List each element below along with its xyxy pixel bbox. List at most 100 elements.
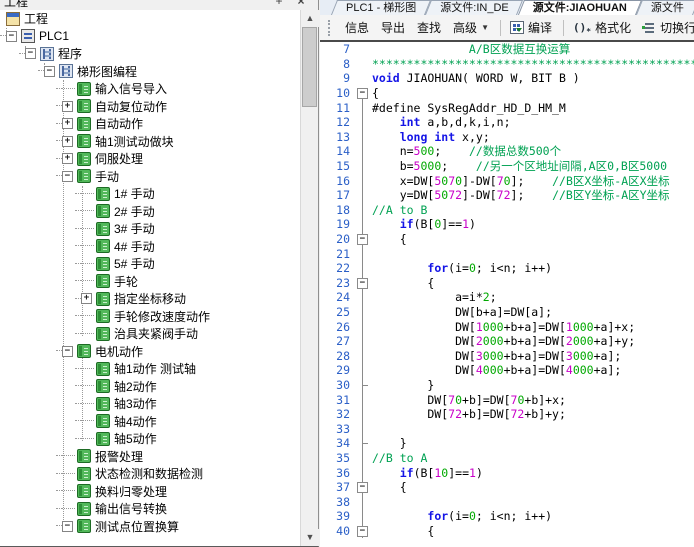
toolbar-grip[interactable] xyxy=(328,20,333,36)
code-line[interactable]: 34 } xyxy=(320,436,694,451)
tree-item[interactable]: 治具夹紧阀手动 xyxy=(0,325,300,343)
code-line[interactable]: 7 A/B区数据互换运算 xyxy=(320,42,694,57)
tree-item[interactable]: +自动复位动作 xyxy=(0,98,300,116)
tree-item[interactable]: −电机动作 xyxy=(0,343,300,361)
fold-collapse-icon[interactable]: − xyxy=(357,526,368,537)
format-button[interactable]: ()*格式化 xyxy=(568,17,636,38)
code-line[interactable]: 13 long int x,y; xyxy=(320,130,694,145)
tree-item[interactable]: 工程 xyxy=(0,10,300,28)
tree-item[interactable]: 手轮修改速度动作 xyxy=(0,308,300,326)
collapse-minus-icon[interactable]: − xyxy=(6,31,17,42)
code-line[interactable]: 30 } xyxy=(320,378,694,393)
fold-collapse-icon[interactable]: − xyxy=(357,278,368,289)
tree-item[interactable]: −测试点位置换算 xyxy=(0,518,300,536)
tree-item[interactable]: 5# 手动 xyxy=(0,255,300,273)
tree-item[interactable]: 状态检测和数据检测 xyxy=(0,465,300,483)
code-line[interactable]: 19 if(B[0]==1) xyxy=(320,217,694,232)
code-line[interactable]: 15 b=5000; //另一个区地址间隔,A区0,B区5000 xyxy=(320,159,694,174)
scroll-down-icon[interactable]: ▼ xyxy=(301,529,319,546)
code-line[interactable]: 28 DW[3000+b+a]=DW[3000+a]; xyxy=(320,348,694,363)
code-line[interactable]: 24 a=i*2; xyxy=(320,290,694,305)
collapse-minus-icon[interactable]: − xyxy=(25,48,36,59)
expand-plus-icon[interactable]: + xyxy=(62,101,73,112)
tree-item[interactable]: 轴4动作 xyxy=(0,413,300,431)
tree-item[interactable]: +指定坐标移动 xyxy=(0,290,300,308)
toggle-line-comment-button[interactable]: 切换行注释 xyxy=(638,17,694,38)
tree-item[interactable]: 轴5动作 xyxy=(0,430,300,448)
compile-button[interactable]: 编译 xyxy=(505,17,557,38)
tree-item[interactable]: −手动 xyxy=(0,168,300,186)
editor-tab[interactable]: 源文件:JIAOHUAN xyxy=(521,0,639,15)
code-line[interactable]: 29 DW[4000+b+a]=DW[4000+a]; xyxy=(320,363,694,378)
tree-item[interactable]: 3# 手动 xyxy=(0,220,300,238)
editor-tab[interactable]: 源文件:IN_DE xyxy=(428,0,520,15)
tree-item[interactable]: −程序 xyxy=(0,45,300,63)
tree-item[interactable]: 轴3动作 xyxy=(0,395,300,413)
code-line[interactable]: 17 y=DW[5072]-DW[72]; //B区Y坐标-A区Y坐标 xyxy=(320,188,694,203)
tree-item[interactable]: 2# 手动 xyxy=(0,203,300,221)
tree-item[interactable]: 4# 手动 xyxy=(0,238,300,256)
export-button[interactable]: 导出 xyxy=(376,17,410,38)
editor-tab[interactable]: 源文件 xyxy=(639,0,694,15)
fold-collapse-icon[interactable]: − xyxy=(357,482,368,493)
code-line[interactable]: 39 for(i=0; i<n; i++) xyxy=(320,509,694,524)
fold-margin[interactable]: − xyxy=(354,480,372,495)
collapse-minus-icon[interactable]: − xyxy=(62,346,73,357)
pin-icon[interactable]: + xyxy=(272,0,286,8)
code-line[interactable]: 14 n=500; //数据总数500个 xyxy=(320,144,694,159)
tree-item[interactable]: 输出信号转换 xyxy=(0,500,300,518)
code-line[interactable]: 16 x=DW[5070]-DW[70]; //B区X坐标-A区X坐标 xyxy=(320,173,694,188)
collapse-minus-icon[interactable]: − xyxy=(62,171,73,182)
code-line[interactable]: 10−{ xyxy=(320,86,694,101)
code-line[interactable]: 27 DW[2000+b+a]=DW[2000+a]+y; xyxy=(320,334,694,349)
collapse-minus-icon[interactable]: − xyxy=(62,521,73,532)
advanced-button[interactable]: 高级▼ xyxy=(448,17,494,38)
tree-item[interactable]: 换料归零处理 xyxy=(0,483,300,501)
tree-item[interactable]: 报警处理 xyxy=(0,448,300,466)
code-line[interactable]: 31 DW[70+b]=DW[70+b]+x; xyxy=(320,392,694,407)
expand-plus-icon[interactable]: + xyxy=(62,118,73,129)
code-line[interactable]: 12 int a,b,d,k,i,n; xyxy=(320,115,694,130)
tree-item[interactable]: 输入信号导入 xyxy=(0,80,300,98)
code-line[interactable]: 18//A to B xyxy=(320,203,694,218)
scroll-up-icon[interactable]: ▲ xyxy=(301,10,319,27)
code-line[interactable]: 32 DW[72+b]=DW[72+b]+y; xyxy=(320,407,694,422)
info-button[interactable]: 信息 xyxy=(340,17,374,38)
editor-tab[interactable]: PLC1 - 梯形图 xyxy=(334,0,428,15)
code-line[interactable]: 37− { xyxy=(320,480,694,495)
collapse-minus-icon[interactable]: − xyxy=(44,66,55,77)
code-line[interactable]: 8***************************************… xyxy=(320,57,694,72)
fold-margin[interactable]: − xyxy=(354,86,372,101)
close-icon[interactable]: × xyxy=(294,0,308,8)
code-editor[interactable]: 7 A/B区数据互换运算8***************************… xyxy=(320,42,694,547)
code-line[interactable]: 33 xyxy=(320,421,694,436)
fold-margin[interactable]: − xyxy=(354,524,372,539)
code-line[interactable]: 25 DW[b+a]=DW[a]; xyxy=(320,305,694,320)
tree-item[interactable]: −梯形图编程 xyxy=(0,63,300,81)
tree-item[interactable]: +自动动作 xyxy=(0,115,300,133)
tree-item[interactable]: 手轮 xyxy=(0,273,300,291)
code-line[interactable]: 22 for(i=0; i<n; i++) xyxy=(320,261,694,276)
expand-plus-icon[interactable]: + xyxy=(62,153,73,164)
fold-collapse-icon[interactable]: − xyxy=(357,88,368,99)
code-line[interactable]: 23− { xyxy=(320,276,694,291)
code-line[interactable]: 20− { xyxy=(320,232,694,247)
tree-scrollbar[interactable]: ▲ ▼ xyxy=(300,10,318,546)
code-line[interactable]: 36 if(B[10]==1) xyxy=(320,465,694,480)
code-line[interactable]: 35//B to A xyxy=(320,451,694,466)
code-line[interactable]: 40− { xyxy=(320,524,694,539)
code-line[interactable]: 26 DW[1000+b+a]=DW[1000+a]+x; xyxy=(320,319,694,334)
expand-plus-icon[interactable]: + xyxy=(62,136,73,147)
tree-item[interactable]: −PLC1 xyxy=(0,28,300,46)
fold-margin[interactable]: − xyxy=(354,276,372,291)
tree-item[interactable]: 轴2动作 xyxy=(0,378,300,396)
tree-item[interactable]: 1# 手动 xyxy=(0,185,300,203)
code-line[interactable]: 21 xyxy=(320,246,694,261)
tree-item[interactable]: 轴1动作 测试轴 xyxy=(0,360,300,378)
code-line[interactable]: 11#define SysRegAddr_HD_D_HM_M xyxy=(320,100,694,115)
tree-item[interactable]: +伺服处理 xyxy=(0,150,300,168)
expand-plus-icon[interactable]: + xyxy=(81,293,92,304)
fold-collapse-icon[interactable]: − xyxy=(357,234,368,245)
tree-item[interactable]: +轴1测试动做块 xyxy=(0,133,300,151)
code-line[interactable]: 9void JIAOHUAN( WORD W, BIT B ) xyxy=(320,71,694,86)
